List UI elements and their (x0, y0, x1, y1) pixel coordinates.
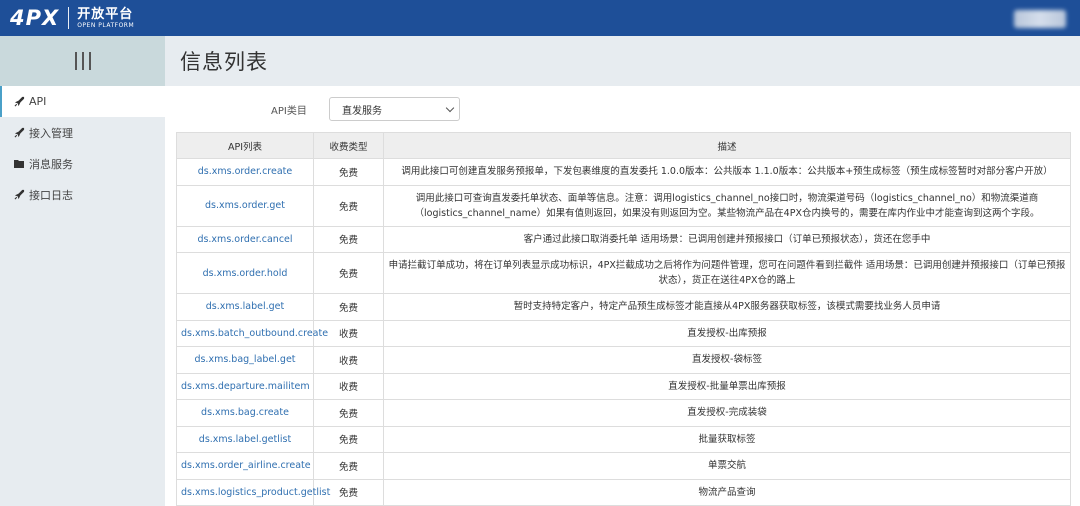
api-description: 物流产品查询 (383, 478, 1071, 506)
sidebar-item-label: 接口日志 (29, 188, 73, 202)
page-title: 信息列表 (180, 50, 268, 74)
column-header-api: API列表 (176, 132, 314, 159)
api-link[interactable]: ds.xms.label.get (176, 293, 314, 321)
api-description: 批量获取标签 (383, 425, 1071, 453)
api-description: 申请拦截订单成功，将在订单列表显示成功标识，4PX拦截成功之后将作为问题件管理，… (383, 252, 1071, 294)
api-category-select[interactable]: 直发服务 (329, 97, 460, 121)
api-description: 调用此接口可创建直发服务预报单，下发包裹维度的直发委托 1.0.0版本：公共版本… (383, 158, 1071, 186)
table-row: ds.xms.departure.mailitem 收费 直发授权-批量单票出库… (176, 372, 1071, 400)
table-row: ds.xms.order_airline.create 免费 单票交航 (176, 452, 1071, 480)
main-content: 信息列表 API类目 直发服务 API列表 收费类型 描述 ds.xms.ord… (165, 36, 1080, 506)
table-row: ds.xms.batch_outbound.create 收费 直发授权-出库预… (176, 319, 1071, 347)
logo[interactable]: 4PX 开放平台 OPEN PLATFORM (10, 6, 134, 30)
table-row: ds.xms.label.getlist 免费 批量获取标签 (176, 425, 1071, 453)
api-link[interactable]: ds.xms.order.create (176, 158, 314, 186)
api-description: 暂时支持特定客户，特定产品预生成标签才能直接从4PX服务器获取标签，该模式需要找… (383, 293, 1071, 321)
table-row: ds.xms.order.get 免费 调用此接口可查询直发委托单状态、面单等信… (176, 184, 1071, 227)
table-row: ds.xms.order.hold 免费 申请拦截订单成功，将在订单列表显示成功… (176, 252, 1071, 294)
api-link[interactable]: ds.xms.order.hold (176, 252, 314, 294)
sidebar-item-api-log[interactable]: 接口日志 (0, 179, 165, 210)
user-avatar-area[interactable] (1014, 10, 1066, 28)
fee-type: 免费 (313, 158, 384, 186)
filter-row: API类目 直发服务 (165, 96, 1080, 122)
sidebar-item-label: 接入管理 (29, 126, 73, 140)
fee-type: 免费 (313, 184, 384, 227)
column-header-desc: 描述 (383, 132, 1071, 159)
table-header-row: API列表 收费类型 描述 (176, 132, 1071, 159)
sidebar-item-api[interactable]: API (0, 86, 165, 117)
table-row: ds.xms.bag.create 免费 直发授权-完成装袋 (176, 399, 1071, 427)
api-description: 直发授权-完成装袋 (383, 399, 1071, 427)
api-description: 直发授权-批量单票出库预报 (383, 372, 1071, 400)
rocket-icon (13, 127, 25, 139)
api-description: 直发授权-袋标签 (383, 346, 1071, 374)
fee-type: 免费 (313, 399, 384, 427)
fee-type: 免费 (313, 225, 384, 253)
table-row: ds.xms.order.create 免费 调用此接口可创建直发服务预报单，下… (176, 158, 1071, 186)
api-category-value: 直发服务 (342, 105, 382, 117)
fee-type: 免费 (313, 293, 384, 321)
table-row: ds.xms.label.get 免费 暂时支持特定客户，特定产品预生成标签才能… (176, 293, 1071, 321)
logo-mark: 4PX (10, 6, 60, 30)
fee-type: 免费 (313, 425, 384, 453)
api-link[interactable]: ds.xms.departure.mailitem (176, 372, 314, 400)
logo-divider (68, 7, 70, 29)
api-link[interactable]: ds.xms.label.getlist (176, 425, 314, 453)
api-link[interactable]: ds.xms.batch_outbound.create (176, 319, 328, 347)
logo-en-text: OPEN PLATFORM (77, 21, 135, 29)
sidebar: API 接入管理 消息服务 接口日志 (0, 36, 165, 506)
table-row: ds.xms.logistics_product.getlist 免费 物流产品… (176, 478, 1071, 506)
folder-icon (13, 158, 25, 170)
api-description: 客户通过此接口取消委托单 适用场景：已调用创建并预报接口（订单已预报状态），货还… (383, 225, 1071, 253)
fee-type: 免费 (313, 252, 384, 294)
sidebar-item-message-service[interactable]: 消息服务 (0, 148, 165, 179)
rocket-icon (13, 96, 25, 108)
fee-type: 收费 (313, 372, 384, 400)
sidebar-item-label: 消息服务 (29, 157, 73, 171)
api-link[interactable]: ds.xms.bag.create (176, 399, 314, 427)
api-description: 直发授权-出库预报 (383, 319, 1071, 347)
sidebar-item-access-management[interactable]: 接入管理 (0, 117, 165, 148)
fee-type: 收费 (313, 346, 384, 374)
column-header-fee: 收费类型 (313, 132, 384, 159)
api-link[interactable]: ds.xms.order.get (176, 184, 314, 227)
top-header: 4PX 开放平台 OPEN PLATFORM (0, 0, 1080, 36)
table-row: ds.xms.order.cancel 免费 客户通过此接口取消委托单 适用场景… (176, 225, 1071, 253)
sidebar-toggle[interactable] (0, 36, 165, 86)
table-row: ds.xms.bag_label.get 收费 直发授权-袋标签 (176, 346, 1071, 374)
api-link[interactable]: ds.xms.bag_label.get (176, 346, 314, 374)
logo-cn-text: 开放平台 (77, 6, 134, 22)
api-link[interactable]: ds.xms.order_airline.create (176, 452, 314, 480)
fee-type: 免费 (313, 452, 384, 480)
rocket-icon (13, 189, 25, 201)
page-title-bar: 信息列表 (165, 36, 1080, 86)
api-description: 调用此接口可查询直发委托单状态、面单等信息。注意：调用logistics_cha… (383, 184, 1071, 227)
api-description: 单票交航 (383, 452, 1071, 480)
api-category-label: API类目 (271, 106, 307, 117)
api-table: API列表 收费类型 描述 ds.xms.order.create 免费 调用此… (176, 132, 1071, 506)
api-link[interactable]: ds.xms.logistics_product.getlist (176, 478, 330, 506)
sidebar-item-label: API (29, 95, 47, 108)
menu-icon (74, 52, 91, 70)
api-link[interactable]: ds.xms.order.cancel (176, 225, 314, 253)
chevron-down-icon (445, 103, 455, 113)
